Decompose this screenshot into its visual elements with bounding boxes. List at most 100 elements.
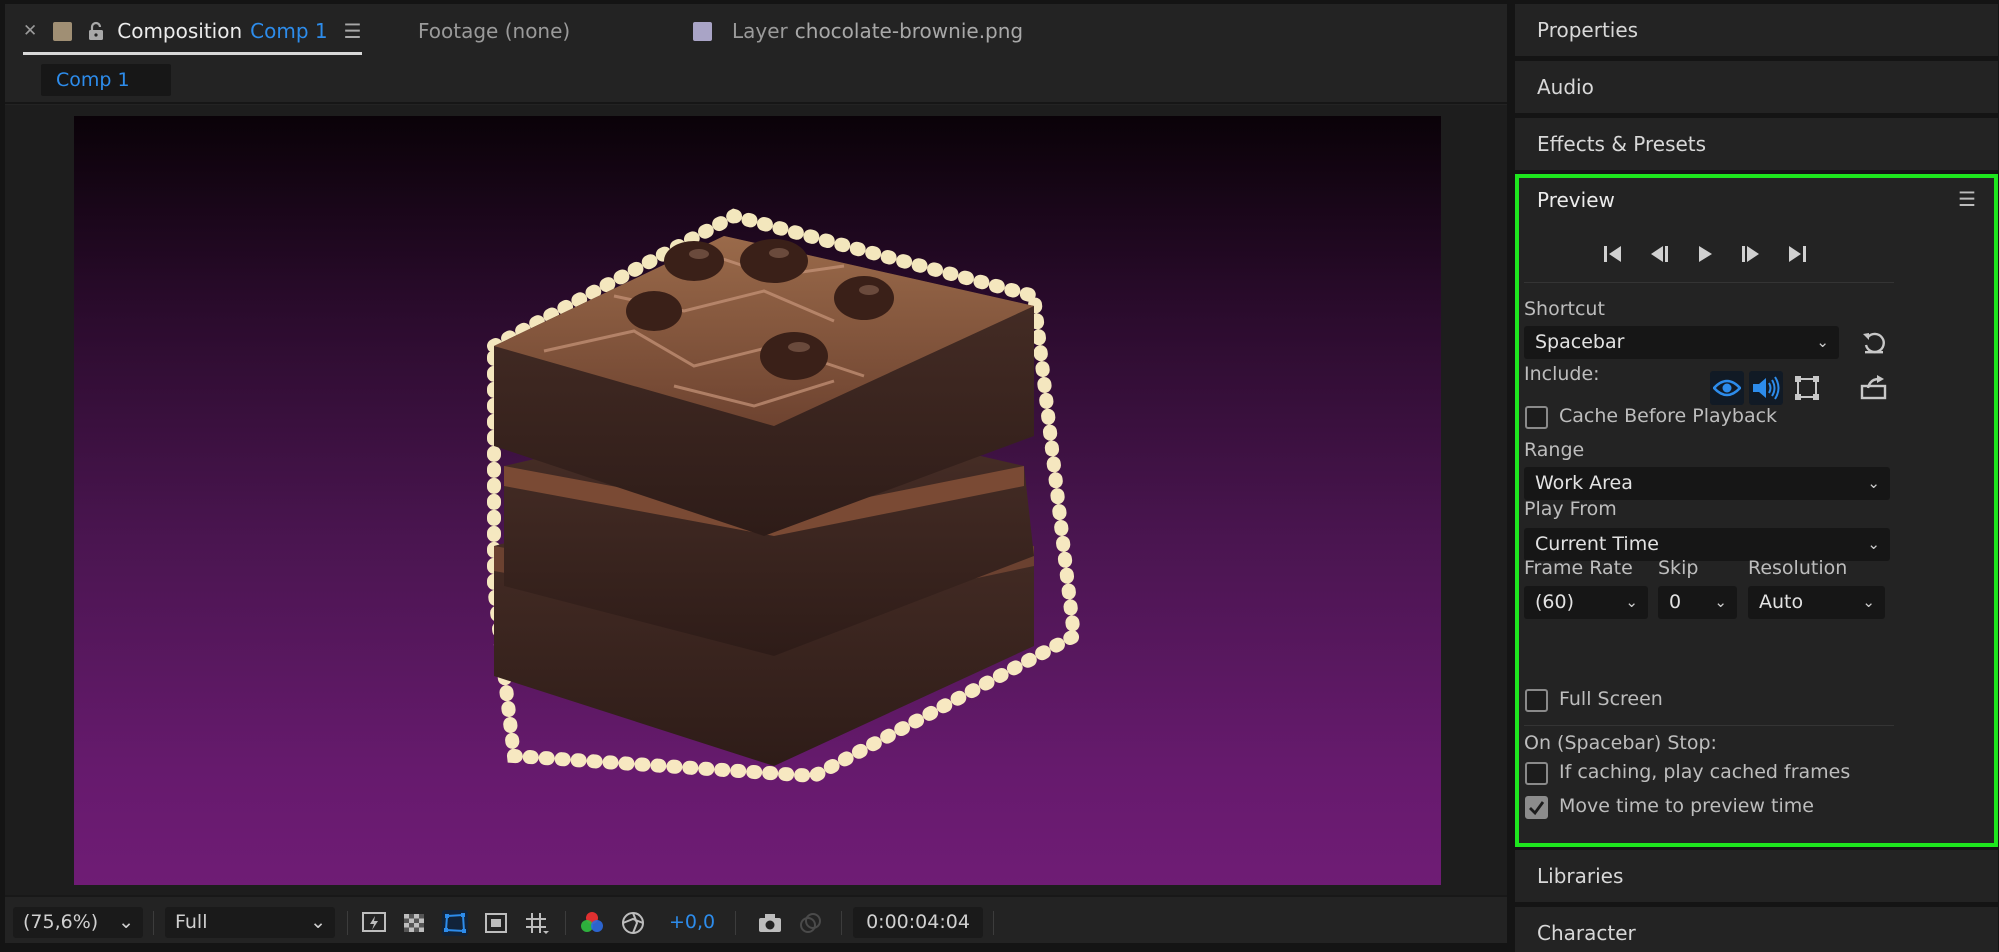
cache-before-playback-checkbox[interactable] (1525, 406, 1548, 429)
region-of-interest-icon[interactable] (483, 910, 509, 936)
chevron-down-icon: ⌄ (310, 911, 326, 933)
effects-presets-panel-header[interactable]: Effects & Presets (1515, 118, 1998, 170)
properties-panel-header[interactable]: Properties (1515, 4, 1998, 56)
shortcut-dropdown[interactable]: Spacebar ⌄ (1524, 326, 1839, 359)
speaker-icon (1753, 376, 1780, 400)
full-screen-checkbox[interactable] (1525, 689, 1548, 712)
panel-menu-icon[interactable]: ☰ (1958, 187, 1976, 211)
range-label: Range (1524, 439, 1585, 461)
mask-path-visibility-icon[interactable] (442, 910, 468, 936)
tab-composition-name: Comp 1 (250, 19, 328, 43)
frame-rate-value: (60) (1535, 591, 1575, 613)
if-caching-checkbox[interactable] (1525, 762, 1548, 785)
previous-frame-icon[interactable] (1645, 241, 1673, 267)
play-from-value: Current Time (1535, 533, 1659, 555)
skip-dropdown[interactable]: 0 ⌄ (1658, 586, 1737, 619)
move-time-label: Move time to preview time (1559, 795, 1814, 817)
composition-panel: ✕ Composition Comp 1 ☰ Footage (none) La… (5, 4, 1507, 943)
character-panel-header[interactable]: Character (1515, 907, 1998, 952)
current-time-display[interactable]: 0:00:04:04 (853, 907, 983, 938)
export-preview-icon[interactable] (1859, 374, 1889, 402)
divider (735, 911, 736, 935)
exposure-value[interactable]: +0,0 (669, 907, 715, 938)
right-panel-column: Properties Audio Effects & Presets Previ… (1515, 4, 1998, 952)
show-snapshot-icon[interactable] (797, 910, 823, 936)
audio-panel-header[interactable]: Audio (1515, 61, 1998, 113)
resolution-dropdown[interactable]: Full ⌄ (165, 907, 335, 938)
divider (1524, 725, 1894, 726)
color-channels-icon[interactable] (579, 910, 605, 936)
frame-rate-label: Frame Rate (1524, 557, 1633, 579)
playback-controls (1599, 241, 1811, 267)
comp-color-swatch-icon (53, 21, 73, 41)
chevron-down-icon: ⌄ (1625, 593, 1638, 611)
lock-icon[interactable] (87, 21, 105, 41)
tab-footage-label: Footage (none) (418, 19, 571, 43)
fast-previews-icon[interactable] (361, 910, 387, 936)
include-overlays-toggle[interactable] (1790, 371, 1824, 405)
close-icon[interactable]: ✕ (23, 21, 37, 41)
divider (993, 911, 994, 935)
grid-guides-icon[interactable] (523, 910, 549, 936)
include-video-toggle[interactable] (1710, 371, 1744, 405)
play-icon[interactable] (1691, 241, 1719, 267)
include-audio-toggle[interactable] (1749, 371, 1783, 405)
shortcut-value: Spacebar (1535, 331, 1625, 353)
timecode-value: 0:00:04:04 (866, 911, 970, 933)
panel-tab-bar: ✕ Composition Comp 1 ☰ Footage (none) La… (5, 4, 1507, 56)
layer-color-swatch-icon (693, 21, 712, 41)
last-frame-icon[interactable] (1783, 241, 1811, 267)
full-screen-label: Full Screen (1559, 688, 1663, 710)
tab-footage[interactable]: Footage (none) (418, 16, 570, 46)
preview-resolution-dropdown[interactable]: Auto ⌄ (1748, 586, 1885, 619)
chevron-down-icon: ⌄ (118, 911, 134, 933)
range-value: Work Area (1535, 472, 1633, 494)
divider (153, 911, 154, 935)
exposure-reset-icon[interactable] (620, 910, 646, 936)
comp-subtab[interactable]: Comp 1 (41, 64, 171, 96)
divider (565, 911, 566, 935)
comp-subtab-row: Comp 1 (5, 56, 1507, 104)
divider (347, 911, 348, 935)
preview-panel: Preview ☰ Shortcut Spacebar ⌄ Include: C… (1515, 174, 1998, 847)
next-frame-icon[interactable] (1737, 241, 1765, 267)
shortcut-label: Shortcut (1524, 298, 1605, 320)
divider (841, 911, 842, 935)
frame-rate-dropdown[interactable]: (60) ⌄ (1524, 586, 1648, 619)
checkmark-icon (1529, 801, 1545, 816)
zoom-value: (75,6%) (23, 911, 99, 933)
snapshot-camera-icon[interactable] (757, 910, 783, 936)
divider (1524, 282, 1894, 283)
panel-menu-icon[interactable]: ☰ (344, 19, 362, 43)
preview-resolution-value: Auto (1759, 591, 1804, 613)
chevron-down-icon: ⌄ (1867, 474, 1880, 492)
if-caching-label: If caching, play cached frames (1559, 761, 1851, 783)
transparency-grid-icon[interactable] (401, 910, 427, 936)
resolution-label: Resolution (1748, 557, 1848, 579)
move-time-checkbox[interactable] (1525, 796, 1548, 819)
tab-layer-name: chocolate-brownie.png (794, 19, 1024, 43)
chevron-down-icon: ⌄ (1816, 333, 1829, 351)
tab-layer-label: Layer (732, 19, 788, 43)
eye-icon (1713, 379, 1741, 397)
chevron-down-icon: ⌄ (1714, 593, 1727, 611)
on-stop-label: On (Spacebar) Stop: (1524, 732, 1717, 754)
range-dropdown[interactable]: Work Area ⌄ (1524, 467, 1890, 500)
composition-canvas[interactable] (74, 116, 1441, 885)
chevron-down-icon: ⌄ (1867, 535, 1880, 553)
brownie-stack-image (487, 208, 1082, 784)
viewer-status-bar: (75,6%) ⌄ Full ⌄ +0,0 0:00:04:04 (5, 895, 1507, 943)
zoom-dropdown[interactable]: (75,6%) ⌄ (13, 907, 143, 938)
tab-composition[interactable]: ✕ Composition Comp 1 ☰ (23, 16, 362, 55)
overlay-bounds-icon (1795, 376, 1819, 400)
preview-panel-title: Preview (1537, 188, 1615, 212)
first-frame-icon[interactable] (1599, 241, 1627, 267)
resolution-value: Full (175, 911, 208, 933)
reset-icon[interactable] (1860, 329, 1888, 357)
skip-label: Skip (1658, 557, 1699, 579)
tab-composition-label: Composition (117, 19, 243, 43)
include-label: Include: (1524, 363, 1600, 385)
cache-before-playback-label: Cache Before Playback (1559, 405, 1778, 427)
tab-layer[interactable]: Layer chocolate-brownie.png (693, 16, 1023, 46)
libraries-panel-header[interactable]: Libraries (1515, 850, 1998, 902)
